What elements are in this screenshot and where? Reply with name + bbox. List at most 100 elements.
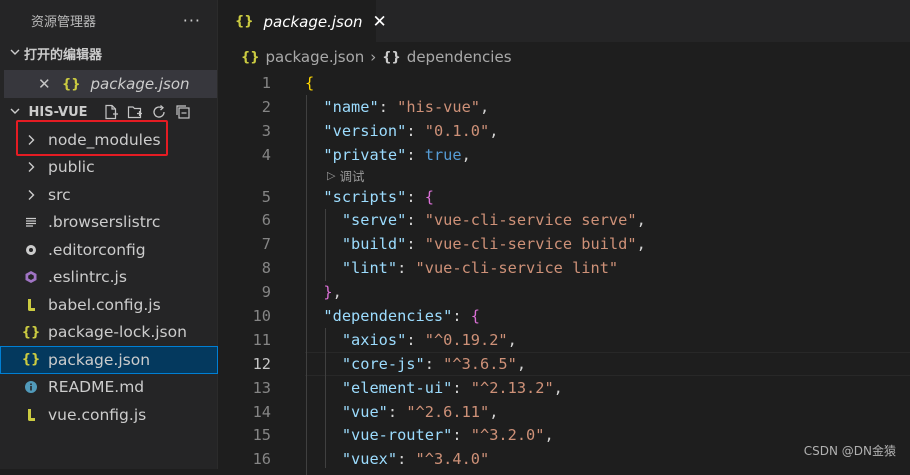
colon: : [452, 306, 471, 325]
line-number: 14 [252, 402, 271, 421]
file-tree: node_modules public src .browserslistrc … [0, 126, 218, 429]
project-title: HIS-VUE [28, 104, 88, 120]
explorer-actions [102, 103, 192, 121]
line-content: "element-ui": "^2.13.2", [305, 379, 563, 397]
json-key: "scripts" [323, 187, 407, 206]
code-line[interactable]: 8 "lint": "vue-cli-service lint" [219, 256, 910, 280]
json-value: true [424, 145, 462, 164]
tree-item-package-json[interactable]: {} package.json [0, 346, 218, 374]
comma: , [480, 97, 490, 116]
project-section[interactable]: HIS-VUE [0, 98, 218, 126]
line-content: "build": "vue-cli-service build", [305, 235, 646, 253]
code-line[interactable]: 7 "build": "vue-cli-service build", [219, 232, 910, 256]
chevron-down-icon [10, 105, 24, 119]
code-line[interactable]: 2 "name": "his-vue", [219, 95, 910, 119]
object-symbol-icon: {} [382, 49, 401, 65]
json-key: "vue" [341, 402, 388, 421]
more-actions-icon[interactable]: ··· [183, 11, 201, 30]
codelens-label: 调试 [339, 169, 365, 185]
brace: } [323, 283, 333, 302]
collapse-all-icon[interactable] [174, 103, 192, 121]
code-line[interactable]: 10 "dependencies": { [219, 304, 910, 328]
tree-item-label: babel.config.js [48, 295, 161, 314]
tree-item-vue-config[interactable]: vue.config.js [0, 401, 218, 429]
tree-item-label: src [48, 185, 71, 204]
json-key: "element-ui" [341, 378, 453, 397]
json-key: "name" [323, 97, 379, 116]
json-value: "vue-cli-service build" [424, 235, 637, 254]
tab-bar: {} package.json ✕ [219, 0, 910, 42]
indent-guide [325, 209, 326, 281]
tree-item-editorconfig[interactable]: .editorconfig [0, 236, 218, 264]
code-line[interactable]: 13 "element-ui": "^2.13.2", [219, 376, 910, 400]
close-icon[interactable]: ✕ [373, 12, 387, 32]
breadcrumb-symbol[interactable]: dependencies [407, 48, 512, 66]
new-folder-icon[interactable] [126, 103, 144, 121]
colon: : [406, 330, 425, 349]
new-file-icon[interactable] [102, 103, 120, 121]
tree-item-readme[interactable]: README.md [0, 374, 218, 402]
line-content: "version": "0.1.0", [305, 122, 498, 140]
json-value: "^2.13.2" [470, 378, 554, 397]
tree-item-public[interactable]: public [0, 154, 218, 182]
chevron-down-icon [10, 46, 24, 60]
indent-guide [306, 95, 307, 475]
tree-item-src[interactable]: src [0, 181, 218, 209]
code-line[interactable]: 9 }, [219, 280, 910, 304]
refresh-icon[interactable] [150, 103, 168, 121]
line-number: 12 [252, 354, 271, 373]
chevron-right-icon [24, 161, 38, 173]
explorer-sidebar: 资源管理器 ··· 打开的编辑器 ✕ {} package.json HIS-V… [0, 0, 218, 469]
json-key: "core-js" [341, 354, 425, 373]
tree-item-node-modules[interactable]: node_modules [0, 126, 218, 154]
debug-codelens[interactable]: ▷ 调试 [219, 167, 910, 185]
code-editor[interactable]: 1{2 "name": "his-vue", 3 "version": "0.1.… [219, 71, 910, 475]
comma: , [332, 283, 342, 302]
line-content: "axios": "^0.19.2", [305, 331, 517, 349]
code-line[interactable]: 12 "core-js": "^3.6.5", [219, 351, 910, 376]
code-line[interactable]: 4 "private": true, [219, 143, 910, 167]
editor-area: {} package.json ✕ {} package.json › {} d… [219, 0, 910, 475]
line-content: "core-js": "^3.6.5", [305, 355, 526, 373]
text-file-icon [24, 216, 38, 228]
json-value: "vue-cli-service lint" [415, 259, 619, 278]
line-content: "vue-router": "^3.2.0", [305, 426, 554, 444]
tree-item-label: .editorconfig [48, 240, 146, 259]
code-line[interactable]: 6 "serve": "vue-cli-service serve", [219, 208, 910, 232]
line-number: 8 [261, 259, 271, 278]
brace: { [305, 73, 315, 92]
open-editors-section[interactable]: 打开的编辑器 [0, 40, 217, 66]
breadcrumb-file[interactable]: package.json [266, 48, 365, 66]
line-number: 9 [261, 283, 271, 302]
json-key: "vuex" [341, 450, 398, 469]
json-value: "his-vue" [397, 97, 480, 116]
gear-icon [24, 243, 38, 257]
json-value: "0.1.0" [424, 121, 490, 140]
json-value: "^3.4.0" [415, 450, 490, 469]
colon: : [424, 354, 444, 373]
tree-item-eslintrc[interactable]: .eslintrc.js [0, 264, 218, 292]
code-line[interactable]: 1{ [219, 71, 910, 95]
brace: { [424, 187, 434, 206]
comma: , [544, 426, 554, 445]
code-line[interactable]: 14 "vue": "^2.6.11", [219, 400, 910, 424]
json-key: "serve" [341, 211, 407, 230]
json-file-icon: {} [21, 324, 41, 340]
colon: : [397, 450, 416, 469]
code-line[interactable]: 5 "scripts": { [219, 185, 910, 209]
js-file-icon [24, 408, 38, 421]
tree-item-package-lock[interactable]: {} package-lock.json [0, 319, 218, 347]
tree-item-browserslistrc[interactable]: .browserslistrc [0, 209, 218, 237]
tab-package-json[interactable]: {} package.json ✕ [219, 0, 387, 42]
json-file-icon: {} [235, 14, 254, 29]
code-line[interactable]: 3 "version": "0.1.0", [219, 119, 910, 143]
code-line[interactable]: 11 "axios": "^0.19.2", [219, 328, 910, 352]
colon: : [406, 235, 425, 254]
comma: , [461, 145, 471, 164]
close-icon[interactable]: ✕ [38, 75, 56, 93]
open-editor-item[interactable]: ✕ {} package.json [4, 70, 217, 98]
tree-item-label: vue.config.js [48, 405, 147, 424]
tree-item-babel-config[interactable]: babel.config.js [0, 291, 218, 319]
play-icon: ▷ [327, 169, 336, 183]
json-file-icon: {} [241, 49, 260, 65]
